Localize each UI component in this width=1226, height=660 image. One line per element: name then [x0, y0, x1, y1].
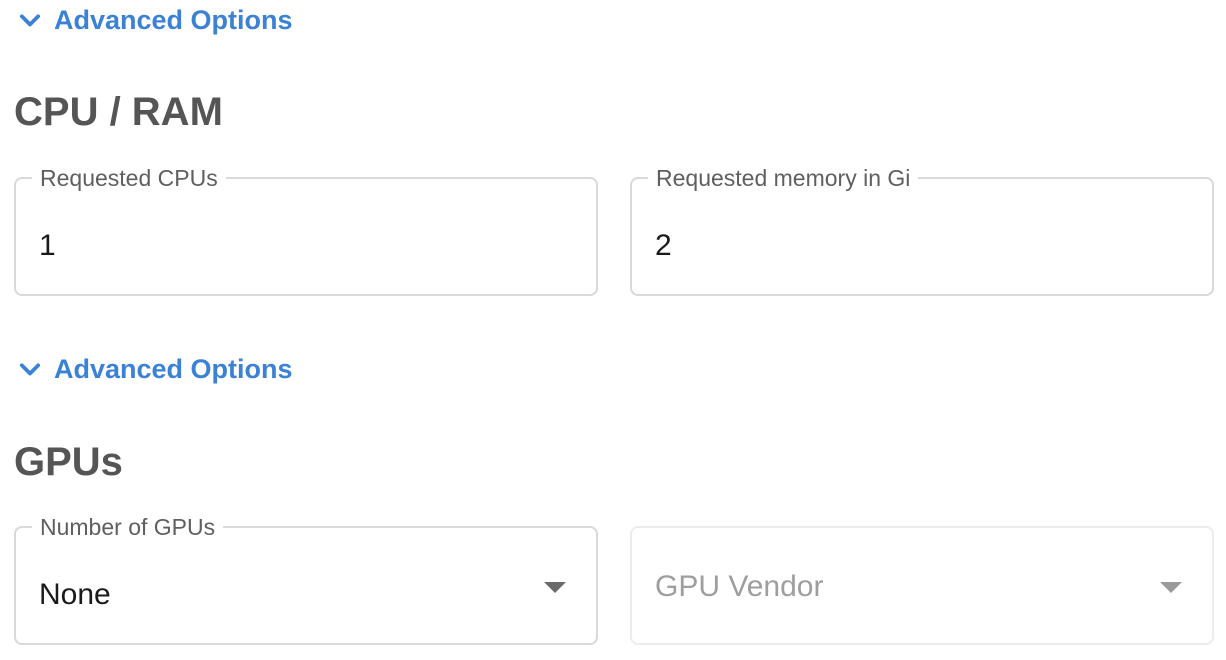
- requested-cpus-label: Requested CPUs: [32, 163, 226, 193]
- advanced-options-label: Advanced Options: [54, 354, 293, 384]
- number-of-gpus-label: Number of GPUs: [32, 512, 224, 542]
- requested-memory-label: Requested memory in Gi: [648, 163, 919, 193]
- requested-cpus-value[interactable]: 1: [39, 229, 56, 263]
- requested-memory-field[interactable]: Requested memory in Gi 2: [630, 163, 1214, 296]
- gpu-vendor-placeholder: GPU Vendor: [655, 570, 824, 603]
- advanced-options-toggle-cpu-ram[interactable]: Advanced Options: [16, 354, 293, 385]
- cpu-ram-section-title: CPU / RAM: [14, 90, 223, 134]
- dropdown-arrow-icon[interactable]: [544, 582, 566, 593]
- dropdown-arrow-icon[interactable]: [1160, 582, 1182, 593]
- advanced-options-label: Advanced Options: [54, 5, 293, 35]
- requested-cpus-field[interactable]: Requested CPUs 1: [14, 163, 598, 296]
- number-of-gpus-value: None: [39, 578, 111, 611]
- advanced-options-toggle[interactable]: Advanced Options: [16, 5, 293, 36]
- requested-memory-value[interactable]: 2: [655, 229, 672, 263]
- chevron-down-icon: [19, 362, 41, 375]
- number-of-gpus-select[interactable]: Number of GPUs None: [14, 512, 598, 645]
- gpus-section-title: GPUs: [14, 440, 123, 484]
- gpu-vendor-select[interactable]: GPU Vendor: [630, 526, 1214, 645]
- chevron-down-icon: [19, 13, 41, 26]
